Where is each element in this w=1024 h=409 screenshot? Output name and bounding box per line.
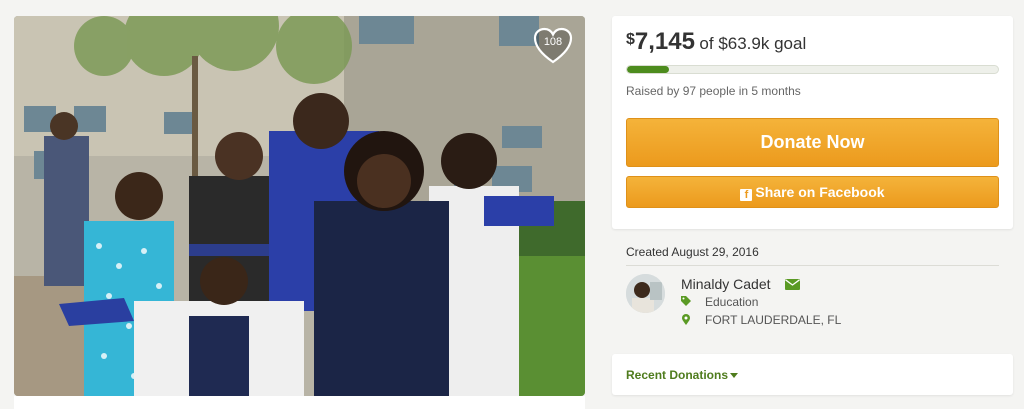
facebook-icon: f — [740, 189, 753, 201]
location-label: FORT LAUDERDALE, FL — [705, 313, 842, 327]
caret-down-icon[interactable] — [730, 373, 738, 378]
avatar[interactable] — [626, 274, 665, 313]
campaign-photo[interactable]: 108 — [14, 16, 585, 396]
tag-icon — [681, 296, 691, 306]
map-pin-icon — [682, 314, 690, 325]
category-label[interactable]: Education — [705, 295, 758, 309]
avatar-image — [626, 274, 665, 313]
favorite-button[interactable]: 108 — [533, 27, 573, 65]
goal-text: of $63.9k goal — [699, 34, 807, 53]
amount-raised-line: $7,145 of $63.9k goal — [626, 28, 806, 56]
recent-donations-card: Recent Donations — [612, 354, 1013, 395]
recent-donations-toggle[interactable]: Recent Donations — [626, 368, 728, 382]
photo-caption-strip — [14, 396, 585, 409]
share-facebook-button[interactable]: f Share on Facebook — [626, 176, 999, 208]
raised-by-text: Raised by 97 people in 5 months — [626, 84, 801, 98]
currency-symbol: $ — [626, 31, 635, 48]
created-date: Created August 29, 2016 — [626, 245, 759, 259]
progress-bar — [626, 65, 999, 74]
divider — [626, 265, 999, 266]
amount-raised: 7,145 — [634, 28, 695, 55]
organizer-name[interactable]: Minaldy Cadet — [681, 276, 771, 292]
campaign-photo-image — [14, 16, 585, 396]
donation-summary-card: $7,145 of $63.9k goal Raised by 97 peopl… — [612, 16, 1013, 229]
donate-now-button[interactable]: Donate Now — [626, 118, 999, 167]
share-facebook-label: Share on Facebook — [755, 184, 885, 200]
heart-count: 108 — [543, 36, 563, 48]
progress-fill — [627, 66, 669, 73]
mail-icon[interactable] — [785, 279, 800, 290]
